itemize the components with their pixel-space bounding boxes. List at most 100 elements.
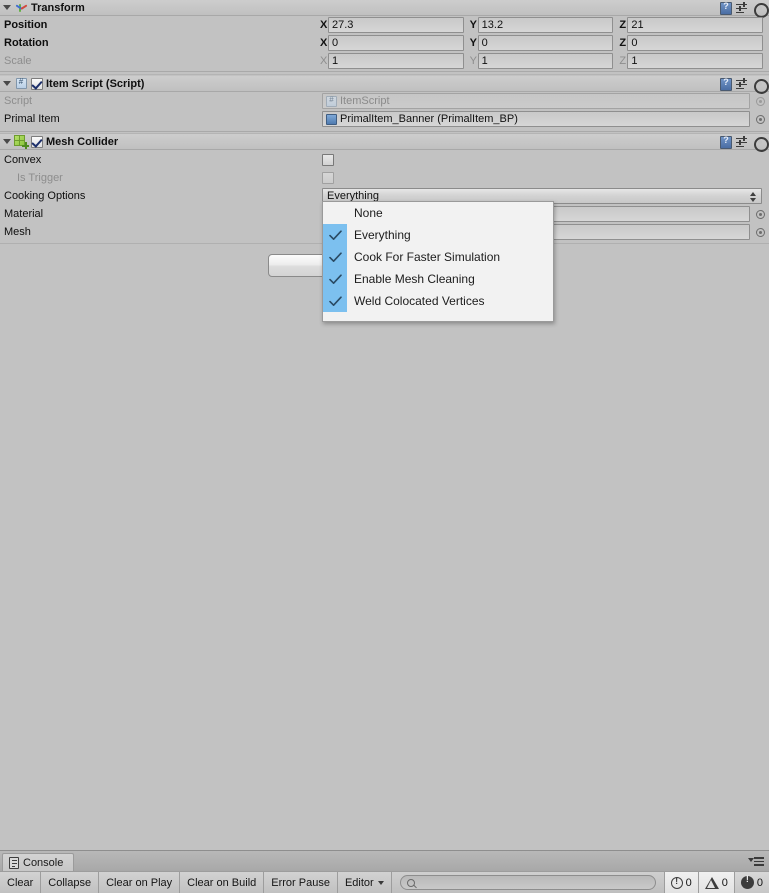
row-is-trigger: Is Trigger bbox=[0, 169, 769, 187]
axis-label-x: X bbox=[320, 55, 328, 67]
label-primal-item: Primal Item bbox=[4, 113, 60, 125]
editor-dropdown-button[interactable]: Editor bbox=[337, 872, 392, 893]
label-rotation: Rotation bbox=[4, 37, 49, 49]
component-header-item-script[interactable]: Item Script (Script) bbox=[0, 76, 769, 94]
scale-y-input[interactable]: 1 bbox=[477, 53, 614, 69]
row-primal-item: Primal Item PrimalItem_Banner (PrimalIte… bbox=[0, 110, 769, 128]
search-icon bbox=[406, 878, 415, 887]
foldout-item-script[interactable] bbox=[0, 76, 13, 92]
position-x-input[interactable]: 27.3 bbox=[328, 17, 464, 33]
tab-label: Console bbox=[23, 857, 64, 869]
dropdown-item-weld-colocated-vertices[interactable]: Weld Colocated Vertices bbox=[323, 290, 553, 312]
foldout-mesh-collider[interactable] bbox=[0, 134, 13, 150]
dropdown-item-everything[interactable]: Everything bbox=[323, 224, 553, 246]
csharp-script-icon bbox=[13, 76, 29, 92]
component-header-icons bbox=[720, 134, 769, 152]
position-z-input[interactable]: 21 bbox=[627, 17, 764, 33]
error-pause-button[interactable]: Error Pause bbox=[264, 872, 338, 893]
row-rotation: Rotation X0 Y0 Z0 bbox=[0, 34, 769, 52]
axis-label-z: Z bbox=[619, 37, 627, 49]
clear-on-build-button[interactable]: Clear on Build bbox=[180, 872, 265, 893]
check-icon bbox=[323, 246, 347, 268]
rotation-z-input[interactable]: 0 bbox=[627, 35, 764, 51]
error-count: 0 bbox=[756, 876, 763, 889]
label-is-trigger: Is Trigger bbox=[17, 172, 63, 184]
check-icon bbox=[323, 268, 347, 290]
object-picker-icon[interactable] bbox=[756, 210, 765, 219]
panel-menu-icon[interactable] bbox=[748, 856, 764, 867]
dropdown-item-label: Weld Colocated Vertices bbox=[354, 294, 485, 308]
gear-icon[interactable] bbox=[753, 78, 769, 94]
axis-label-x: X bbox=[320, 19, 328, 31]
component-enabled-checkbox[interactable] bbox=[31, 135, 43, 148]
preset-icon[interactable] bbox=[736, 1, 749, 15]
console-toolbar: Clear Collapse Clear on Play Clear on Bu… bbox=[0, 871, 769, 893]
axis-label-z: Z bbox=[619, 55, 627, 67]
info-counter[interactable]: 0 bbox=[663, 872, 698, 893]
clear-on-build-label: Clear on Build bbox=[187, 876, 257, 889]
convex-checkbox[interactable] bbox=[322, 154, 334, 166]
component-enabled-checkbox[interactable] bbox=[31, 77, 43, 90]
dropdown-item-cook-for-faster-simulation[interactable]: Cook For Faster Simulation bbox=[323, 246, 553, 268]
vector3-position: X 27.3 Y 13.2 Z 21 bbox=[318, 17, 767, 33]
rotation-x-input[interactable]: 0 bbox=[328, 35, 464, 51]
label-position: Position bbox=[4, 19, 48, 31]
axis-label-y: Y bbox=[469, 37, 478, 49]
gear-icon[interactable] bbox=[753, 136, 769, 152]
clear-on-play-button[interactable]: Clear on Play bbox=[99, 872, 181, 893]
chevron-down-icon bbox=[2, 139, 11, 144]
chevron-down-icon bbox=[2, 5, 11, 10]
primal-item-object-field[interactable]: PrimalItem_Banner (PrimalItem_BP) bbox=[322, 111, 750, 127]
row-convex: Convex bbox=[0, 151, 769, 169]
axis-label-y: Y bbox=[469, 55, 478, 67]
clear-label: Clear bbox=[7, 876, 34, 889]
dropdown-item-none[interactable]: None bbox=[323, 202, 553, 224]
is-trigger-checkbox bbox=[322, 172, 334, 184]
chevron-down-icon bbox=[377, 880, 384, 885]
component-header-mesh-collider[interactable]: Mesh Collider bbox=[0, 134, 769, 152]
axis-label-x: X bbox=[320, 37, 328, 49]
label-scale: Scale bbox=[4, 55, 32, 67]
axis-label-z: Z bbox=[619, 19, 627, 31]
script-object-field: ItemScript bbox=[322, 93, 750, 109]
clear-button[interactable]: Clear bbox=[0, 872, 42, 893]
label-script: Script bbox=[4, 95, 33, 107]
error-counter[interactable]: 0 bbox=[733, 872, 769, 893]
label-cooking-options: Cooking Options bbox=[4, 190, 86, 202]
help-book-icon[interactable] bbox=[720, 135, 732, 149]
console-tab-bar: Console bbox=[0, 850, 769, 872]
vector3-rotation: X0 Y0 Z0 bbox=[318, 35, 767, 51]
component-header-transform[interactable]: Transform bbox=[0, 0, 769, 18]
warning-counter[interactable]: 0 bbox=[697, 872, 734, 893]
component-title: Item Script (Script) bbox=[46, 77, 145, 90]
row-script: Script ItemScript bbox=[0, 92, 769, 110]
object-picker-icon[interactable] bbox=[756, 115, 765, 124]
component-title: Mesh Collider bbox=[46, 135, 119, 148]
preset-icon[interactable] bbox=[736, 135, 749, 149]
primal-item-value: PrimalItem_Banner (PrimalItem_BP) bbox=[340, 113, 518, 125]
dropdown-item-label: Cook For Faster Simulation bbox=[354, 250, 501, 264]
divider bbox=[0, 71, 769, 72]
inspector-panel: Transform Position X27.3 Y13.2 Z21 Rotat… bbox=[0, 0, 769, 277]
cooking-options-dropdown-menu[interactable]: None Everything Cook For Faster Simulati… bbox=[322, 201, 554, 322]
help-book-icon[interactable] bbox=[720, 77, 732, 91]
label-mesh: Mesh bbox=[4, 226, 31, 238]
clear-on-play-label: Clear on Play bbox=[106, 876, 173, 889]
prefab-icon bbox=[326, 113, 337, 125]
object-picker-icon bbox=[756, 97, 765, 106]
console-panel: Console Clear Collapse Clear on Play Cle… bbox=[0, 850, 769, 893]
scale-z-input[interactable]: 1 bbox=[627, 53, 764, 69]
gear-icon[interactable] bbox=[753, 2, 769, 18]
object-picker-icon[interactable] bbox=[756, 228, 765, 237]
rotation-y-input[interactable]: 0 bbox=[477, 35, 614, 51]
foldout-transform[interactable] bbox=[0, 0, 13, 16]
scale-x-input[interactable]: 1 bbox=[328, 53, 464, 69]
preset-icon[interactable] bbox=[736, 77, 749, 91]
dropdown-item-enable-mesh-cleaning[interactable]: Enable Mesh Cleaning bbox=[323, 268, 553, 290]
tab-console[interactable]: Console bbox=[2, 853, 75, 872]
help-book-icon[interactable] bbox=[720, 1, 732, 15]
search-input[interactable] bbox=[399, 875, 656, 890]
divider bbox=[0, 74, 769, 75]
collapse-button[interactable]: Collapse bbox=[41, 872, 100, 893]
position-y-input[interactable]: 13.2 bbox=[477, 17, 614, 33]
